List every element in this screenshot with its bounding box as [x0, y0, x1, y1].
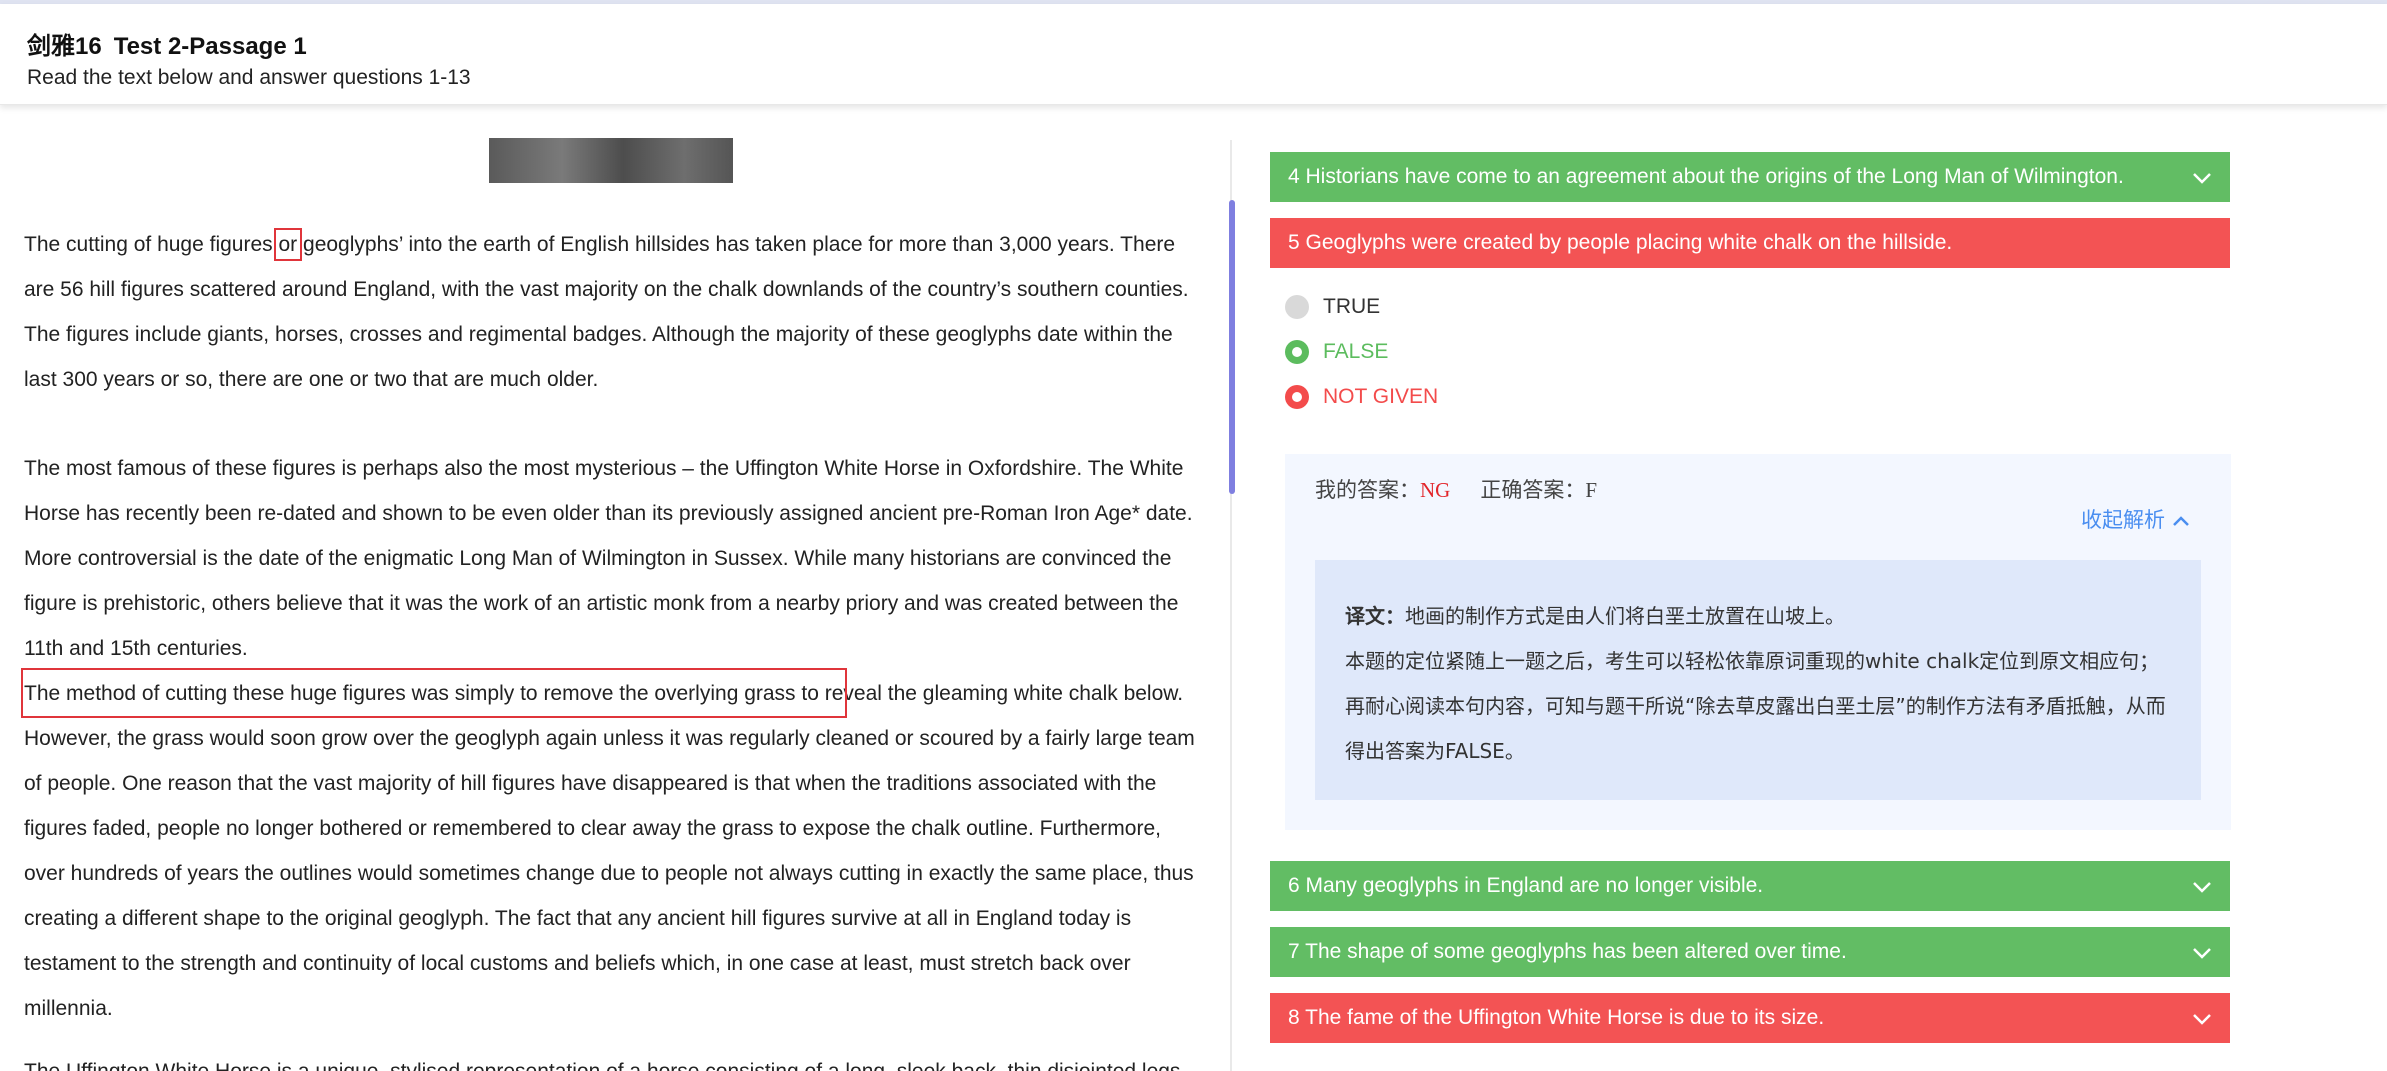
page-title: 剑雅16 Test 2-Passage 1: [27, 26, 307, 61]
question-6-text: 6 Many geoglyphs in England are no longe…: [1288, 874, 1764, 897]
chevron-down-icon: [2193, 1014, 2211, 1025]
answer-analysis-panel: 我的答案：NG 正确答案：F 收起解析 译文：地画的制作方式是由人们将白垩土放置在…: [1285, 454, 2231, 830]
question-8-text: 8 The fame of the Uffington White Horse …: [1288, 1006, 1825, 1029]
chevron-up-icon: [2173, 516, 2189, 527]
passage-panel: The cutting of huge figures or geoglyphs…: [0, 106, 1230, 1071]
question-4-text: 4 Historians have come to an agreement a…: [1288, 165, 2124, 188]
paragraph-1-start: The cutting of huge figures: [24, 233, 279, 256]
answer-summary: 我的答案：NG 正确答案：F: [1315, 474, 1597, 504]
radio-wrong-icon: [1285, 385, 1309, 409]
passage-paragraph-2: The most famous of these figures is perh…: [24, 457, 1193, 660]
my-answer-label: 我的答案：: [1315, 478, 1420, 502]
question-8-bar[interactable]: 8 The fame of the Uffington White Horse …: [1270, 993, 2230, 1043]
question-4-bar[interactable]: 4 Historians have come to an agreement a…: [1270, 152, 2230, 202]
page-header: 剑雅16 Test 2-Passage 1 Read the text below…: [0, 4, 2387, 105]
test-title: Test 2-Passage 1: [113, 33, 307, 60]
option-true-label: TRUE: [1323, 295, 1381, 318]
translation-label: 译文：: [1345, 604, 1405, 628]
question-6-bar[interactable]: 6 Many geoglyphs in England are no longe…: [1270, 861, 2230, 911]
paragraph-1-rest: geoglyphs’ into the earth of English hil…: [24, 233, 1189, 391]
question-5-text: 5 Geoglyphs were created by people placi…: [1288, 231, 1953, 254]
my-answer-value: NG: [1420, 478, 1451, 502]
radio-correct-icon: [1285, 340, 1309, 364]
question-7-bar[interactable]: 7 The shape of some geoglyphs has been a…: [1270, 927, 2230, 977]
option-not-given-label: NOT GIVEN: [1323, 385, 1439, 408]
book-title: 剑雅16: [27, 33, 102, 60]
explanation-text: 本题的定位紧随上一题之后，考生可以轻松依靠原词重现的white chalk定位到…: [1345, 649, 2166, 763]
passage-paragraph-4: The Uffington White Horse is a unique, s…: [24, 1049, 1204, 1071]
collapse-analysis-button[interactable]: 收起解析: [2081, 504, 2191, 534]
radio-unselected-icon: [1285, 295, 1309, 319]
collapse-analysis-label: 收起解析: [2081, 509, 2165, 532]
translation-box: 译文：地画的制作方式是由人们将白垩土放置在山坡上。 本题的定位紧随上一题之后，考…: [1315, 560, 2201, 800]
chevron-down-icon: [2193, 173, 2211, 184]
correct-answer-label: 正确答案：: [1480, 478, 1586, 502]
chevron-down-icon: [2193, 882, 2211, 893]
translation-text: 地画的制作方式是由人们将白垩土放置在山坡上。: [1405, 604, 1845, 628]
passage-scrollbar[interactable]: [1229, 200, 1235, 494]
option-false-label: FALSE: [1323, 340, 1389, 363]
question-7-text: 7 The shape of some geoglyphs has been a…: [1288, 940, 1847, 963]
passage-paragraph-1: The cutting of huge figures or geoglyphs…: [24, 222, 1204, 402]
page-instructions: Read the text below and answer questions…: [27, 66, 471, 89]
passage-paragraph-3: The method of cutting these huge figures…: [24, 682, 1195, 1020]
highlighted-word: or: [273, 228, 303, 261]
question-5-bar[interactable]: 5 Geoglyphs were created by people placi…: [1270, 218, 2230, 268]
chevron-down-icon: [2193, 948, 2211, 959]
correct-answer-value: F: [1585, 478, 1598, 502]
passage-image: [489, 138, 733, 183]
